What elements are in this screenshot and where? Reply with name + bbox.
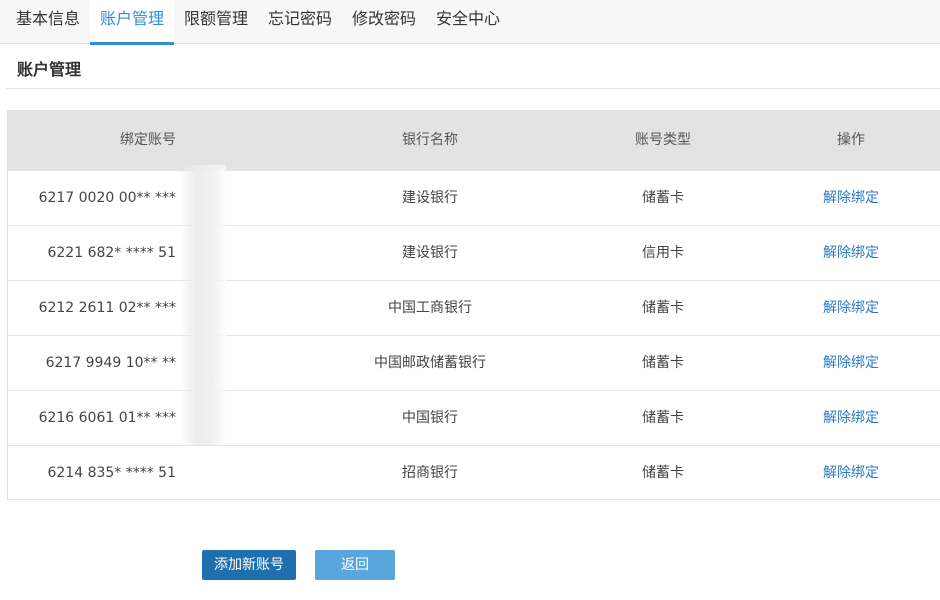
account-type: 信用卡	[642, 245, 684, 261]
tab-account-management[interactable]: 账户管理	[90, 0, 174, 45]
table-row: 6217 0020 00** *** 建设银行 储蓄卡 解除绑定	[8, 170, 940, 225]
table-row: 6214 835* **** 51 招商银行 储蓄卡 解除绑定	[8, 445, 940, 500]
account-number: 6221 682* **** 51	[47, 245, 176, 261]
add-account-button[interactable]: 添加新账号	[202, 550, 296, 580]
tab-security-center[interactable]: 安全中心	[426, 0, 510, 44]
unbind-link[interactable]: 解除绑定	[751, 336, 940, 391]
account-table: 绑定账号 银行名称 账号类型 操作 6217 0020 00** *** 建设银…	[7, 110, 940, 500]
table-header: 绑定账号 银行名称 账号类型 操作	[8, 111, 940, 170]
account-number: 6217 9949 10** **	[45, 355, 176, 371]
account-type: 储蓄卡	[642, 410, 684, 426]
account-type: 储蓄卡	[642, 355, 684, 371]
tab-limit-management[interactable]: 限额管理	[174, 0, 258, 44]
table-row: 6216 6061 01** *** 中国银行 储蓄卡 解除绑定	[8, 390, 940, 445]
header-action: 操作	[837, 132, 865, 148]
bank-name: 建设银行	[402, 190, 458, 206]
page-title: 账户管理	[17, 60, 82, 79]
header-bank-name: 银行名称	[402, 132, 458, 148]
unbind-link[interactable]: 解除绑定	[751, 446, 940, 501]
tab-change-password[interactable]: 修改密码	[342, 0, 426, 44]
tab-forgot-password[interactable]: 忘记密码	[258, 0, 342, 44]
account-type: 储蓄卡	[642, 465, 684, 481]
account-type: 储蓄卡	[642, 300, 684, 316]
header-bound-account: 绑定账号	[120, 132, 176, 148]
unbind-link[interactable]: 解除绑定	[751, 281, 940, 336]
table-row: 6217 9949 10** ** 中国邮政储蓄银行 储蓄卡 解除绑定	[8, 335, 940, 390]
tab-basic-info[interactable]: 基本信息	[6, 0, 90, 44]
bank-name: 中国工商银行	[388, 300, 472, 316]
account-number: 6216 6061 01** ***	[38, 410, 176, 426]
divider	[6, 88, 940, 89]
account-number: 6214 835* **** 51	[47, 465, 176, 481]
account-number: 6212 2611 02** ***	[38, 300, 176, 316]
table-row: 6221 682* **** 51 建设银行 信用卡 解除绑定	[8, 225, 940, 280]
header-account-type: 账号类型	[635, 132, 691, 148]
bank-name: 招商银行	[402, 465, 458, 481]
account-number: 6217 0020 00** ***	[38, 190, 176, 206]
unbind-link[interactable]: 解除绑定	[751, 171, 940, 226]
unbind-link[interactable]: 解除绑定	[751, 226, 940, 281]
table-row: 6212 2611 02** *** 中国工商银行 储蓄卡 解除绑定	[8, 280, 940, 335]
privacy-blur-overlay	[180, 165, 226, 445]
unbind-link[interactable]: 解除绑定	[751, 391, 940, 446]
bank-name: 建设银行	[402, 245, 458, 261]
tab-bar: 基本信息 账户管理 限额管理 忘记密码 修改密码 安全中心	[0, 0, 940, 45]
account-type: 储蓄卡	[642, 190, 684, 206]
back-button[interactable]: 返回	[315, 550, 395, 580]
bank-name: 中国邮政储蓄银行	[374, 355, 486, 371]
bank-name: 中国银行	[402, 410, 458, 426]
